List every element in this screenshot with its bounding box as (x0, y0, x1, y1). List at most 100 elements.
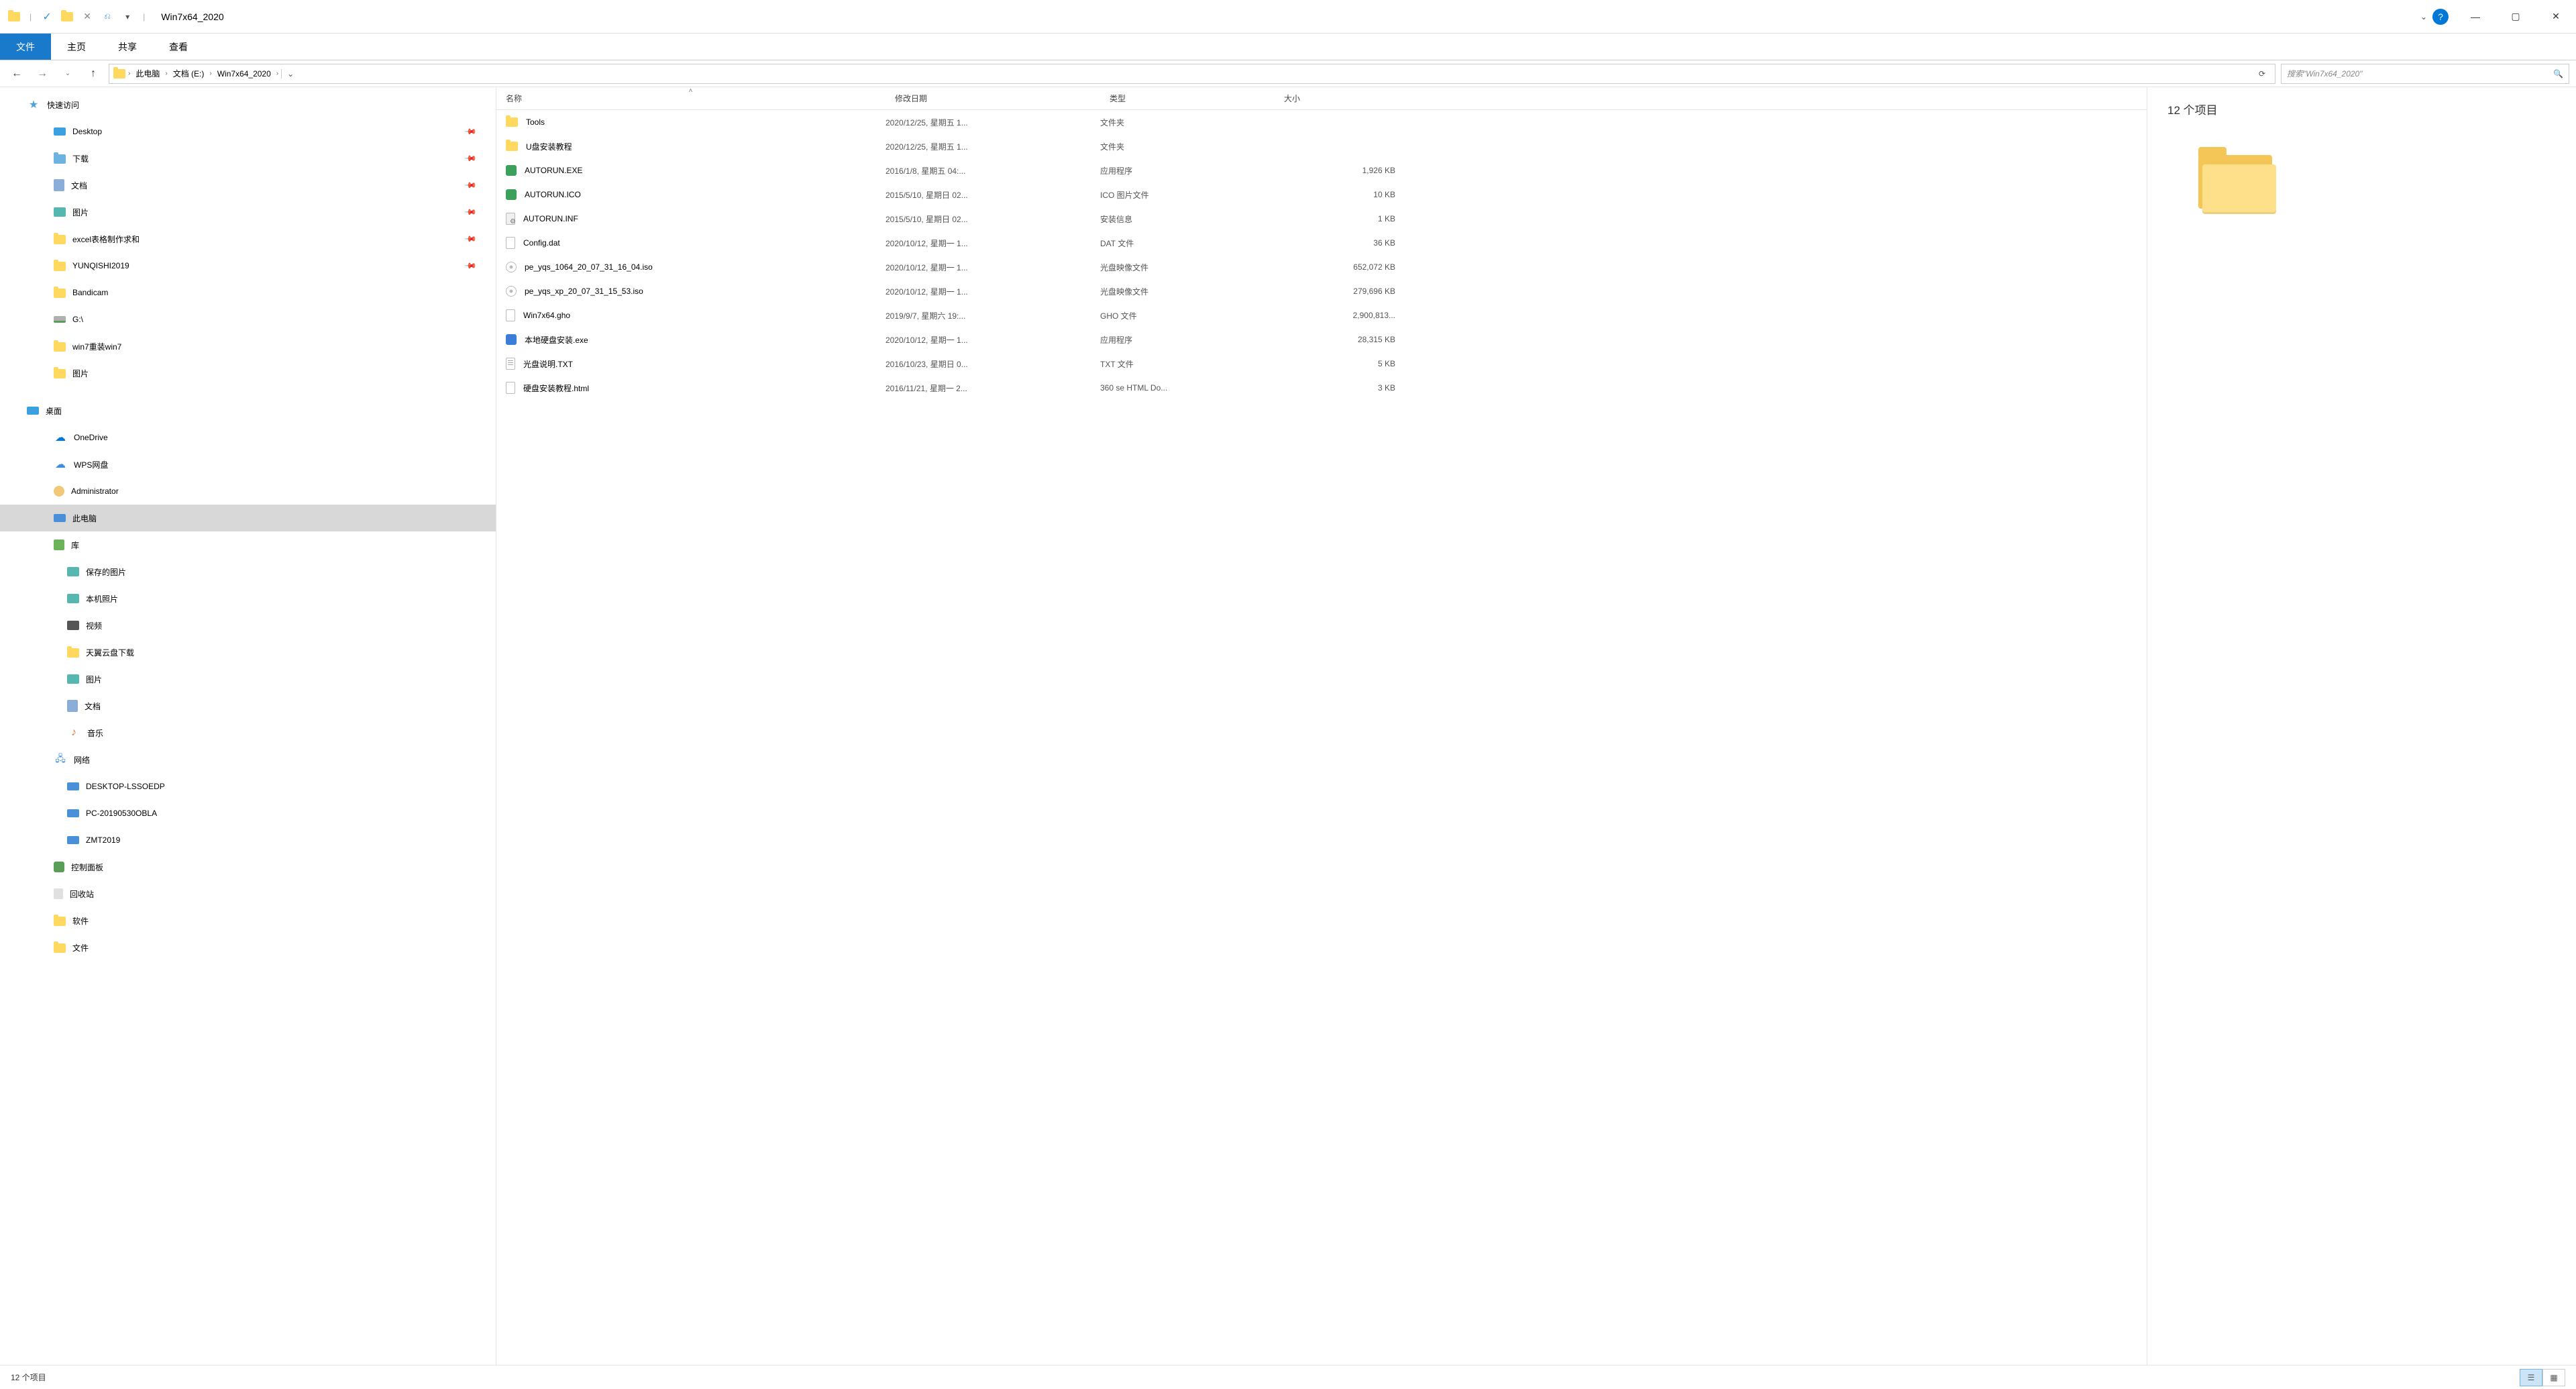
breadcrumb[interactable]: › 此电脑 › 文档 (E:) › Win7x64_2020 › ⌄ ⟳ (109, 64, 2275, 84)
tab-file[interactable]: 文件 (0, 34, 51, 60)
ribbon-minimize-icon[interactable]: ⌄ (2420, 12, 2427, 21)
tree-item[interactable]: 音乐 (0, 719, 496, 746)
up-button[interactable]: ↑ (83, 64, 103, 84)
delete-icon[interactable]: ✕ (80, 9, 95, 24)
tree-item[interactable]: Administrator (0, 478, 496, 505)
tree-item[interactable]: 图片 (0, 666, 496, 692)
icons-view-button[interactable]: ▦ (2542, 1369, 2565, 1386)
file-size: 652,072 KB (1275, 262, 1409, 272)
file-row[interactable]: pe_yqs_1064_20_07_31_16_04.iso2020/10/12… (496, 255, 2147, 279)
tree-item[interactable]: 此电脑 (0, 505, 496, 531)
tree-item[interactable]: 天翼云盘下载 (0, 639, 496, 666)
preview-item-count: 12 个项目 (2167, 101, 2556, 117)
tree-item[interactable]: excel表格制作求和📌 (0, 225, 496, 252)
forward-button[interactable]: → (32, 64, 52, 84)
tree-item[interactable]: 本机照片 (0, 585, 496, 612)
tree-recycle-bin[interactable]: 回收站 (0, 880, 496, 907)
tree-item[interactable]: 库 (0, 531, 496, 558)
pin-icon: 📌 (464, 125, 477, 138)
tree-software[interactable]: 软件 (0, 907, 496, 934)
new-folder-icon[interactable] (60, 9, 74, 24)
qat-dropdown-icon[interactable]: ▾ (120, 9, 135, 24)
tree-quick-access[interactable]: 快速访问 (0, 91, 496, 118)
user-icon (54, 486, 64, 497)
properties-icon[interactable]: ✓ (40, 9, 54, 24)
column-name[interactable]: ˄ 名称 (496, 87, 885, 109)
tree-item[interactable]: 文档 (0, 692, 496, 719)
back-button[interactable]: ← (7, 64, 27, 84)
file-name-cell: pe_yqs_xp_20_07_31_15_53.iso (506, 286, 885, 297)
search-input[interactable]: 搜索"Win7x64_2020" 🔍 (2281, 64, 2569, 84)
tree-label: 软件 (72, 915, 89, 927)
file-size: 1,926 KB (1275, 166, 1409, 175)
file-type: 光盘映像文件 (1100, 262, 1275, 273)
tree-label: Bandicam (72, 288, 108, 297)
file-row[interactable]: AUTORUN.ICO2015/5/10, 星期日 02...ICO 图片文件1… (496, 183, 2147, 207)
tree-item[interactable]: 图片 (0, 360, 496, 387)
tab-share[interactable]: 共享 (102, 34, 153, 60)
tree-item[interactable]: 文档📌 (0, 172, 496, 199)
pc-icon (67, 782, 79, 790)
tree-item[interactable]: 保存的图片 (0, 558, 496, 585)
file-row[interactable]: U盘安装教程2020/12/25, 星期五 1...文件夹 (496, 134, 2147, 158)
pc-icon (67, 836, 79, 844)
folder-icon (67, 648, 79, 658)
tree-item[interactable]: ZMT2019 (0, 827, 496, 854)
chevron-icon[interactable]: › (165, 70, 167, 77)
chevron-icon[interactable]: › (276, 70, 278, 77)
tree-item[interactable]: WPS网盘 (0, 451, 496, 478)
navigation-tree[interactable]: 快速访问 Desktop📌下载📌文档📌图片📌excel表格制作求和📌YUNQIS… (0, 87, 496, 1365)
tab-view[interactable]: 查看 (153, 34, 204, 60)
tree-network[interactable]: 网络 (0, 746, 496, 773)
maximize-button[interactable]: ▢ (2496, 0, 2536, 33)
file-row[interactable]: 光盘说明.TXT2016/10/23, 星期日 0...TXT 文件5 KB (496, 352, 2147, 376)
tree-item[interactable]: YUNQISHI2019📌 (0, 252, 496, 279)
tree-label: PC-20190530OBLA (86, 809, 157, 818)
recent-dropdown[interactable]: ⌄ (58, 64, 78, 84)
tree-item[interactable]: win7重装win7 (0, 333, 496, 360)
file-name: 光盘说明.TXT (523, 358, 573, 370)
file-row[interactable]: Tools2020/12/25, 星期五 1...文件夹 (496, 110, 2147, 134)
file-row[interactable]: 本地硬盘安装.exe2020/10/12, 星期一 1...应用程序28,315… (496, 327, 2147, 352)
file-date: 2020/10/12, 星期一 1... (885, 238, 1100, 249)
file-row[interactable]: AUTORUN.EXE2016/1/8, 星期五 04:...应用程序1,926… (496, 158, 2147, 183)
tree-item[interactable]: PC-20190530OBLA (0, 800, 496, 827)
breadcrumb-segment[interactable]: Win7x64_2020 (215, 69, 274, 79)
breadcrumb-segment[interactable]: 此电脑 (133, 68, 162, 79)
column-size[interactable]: 大小 (1275, 87, 1409, 109)
tree-desktop[interactable]: 桌面 (0, 397, 496, 424)
breadcrumb-segment[interactable]: 文档 (E:) (170, 68, 207, 79)
minimize-button[interactable]: — (2455, 0, 2496, 33)
details-view-button[interactable]: ☰ (2520, 1369, 2542, 1386)
file-row[interactable]: pe_yqs_xp_20_07_31_15_53.iso2020/10/12, … (496, 279, 2147, 303)
chevron-icon[interactable]: › (128, 70, 130, 77)
tree-item[interactable]: 视频 (0, 612, 496, 639)
search-icon[interactable]: 🔍 (2553, 69, 2563, 79)
tab-home[interactable]: 主页 (51, 34, 102, 60)
pic-icon (67, 674, 79, 684)
help-icon[interactable]: ? (2432, 9, 2449, 25)
tree-item[interactable]: OneDrive (0, 424, 496, 451)
close-button[interactable]: ✕ (2536, 0, 2576, 33)
undo-icon[interactable]: ⎌ (100, 9, 115, 24)
refresh-icon[interactable]: ⟳ (2253, 69, 2271, 79)
tree-item[interactable]: Bandicam (0, 279, 496, 306)
file-row[interactable]: Win7x64.gho2019/9/7, 星期六 19:...GHO 文件2,9… (496, 303, 2147, 327)
tree-files[interactable]: 文件 (0, 934, 496, 961)
file-row[interactable]: AUTORUN.INF2015/5/10, 星期日 02...安装信息1 KB (496, 207, 2147, 231)
column-date[interactable]: 修改日期 (885, 87, 1100, 109)
column-headers: ˄ 名称 修改日期 类型 大小 (496, 87, 2147, 110)
tree-control-panel[interactable]: 控制面板 (0, 854, 496, 880)
file-row[interactable]: Config.dat2020/10/12, 星期一 1...DAT 文件36 K… (496, 231, 2147, 255)
file-row[interactable]: 硬盘安装教程.html2016/11/21, 星期一 2...360 se HT… (496, 376, 2147, 400)
chevron-icon[interactable]: › (209, 70, 211, 77)
column-type[interactable]: 类型 (1100, 87, 1275, 109)
tree-item[interactable]: DESKTOP-LSSOEDP (0, 773, 496, 800)
tree-item[interactable]: 图片📌 (0, 199, 496, 225)
recycle-bin-icon (54, 888, 63, 899)
tree-item[interactable]: Desktop📌 (0, 118, 496, 145)
tree-item[interactable]: G:\ (0, 306, 496, 333)
tree-item[interactable]: 下载📌 (0, 145, 496, 172)
breadcrumb-history-icon[interactable]: ⌄ (281, 69, 299, 79)
file-name: AUTORUN.INF (523, 214, 578, 223)
